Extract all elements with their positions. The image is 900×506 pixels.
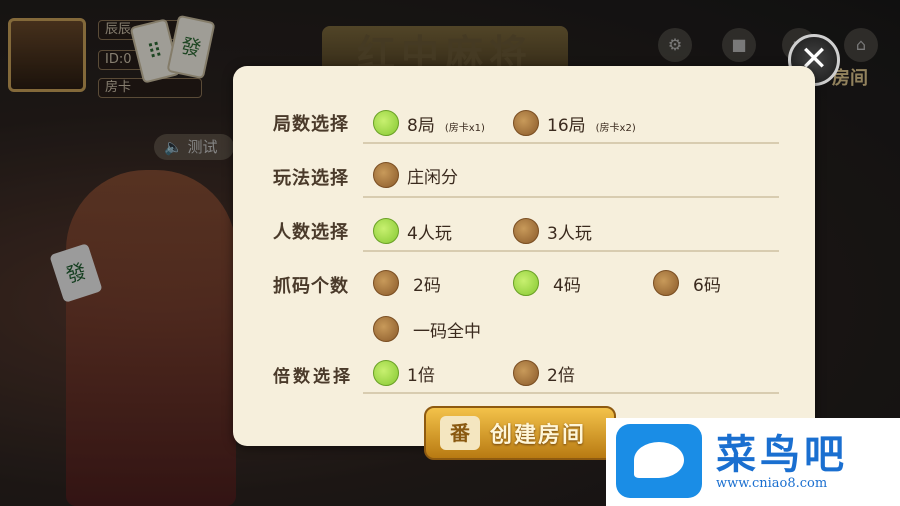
fan-tile-icon: 番	[440, 416, 480, 450]
radio-icon[interactable]	[653, 270, 679, 296]
option-2x[interactable]: 2倍	[513, 360, 575, 386]
row-label-players: 人数选择	[273, 222, 349, 243]
radio-icon[interactable]	[373, 360, 399, 386]
watermark-brand: 菜鸟吧	[716, 431, 848, 478]
radio-icon[interactable]	[373, 270, 399, 296]
option-1x[interactable]: 1倍	[373, 360, 435, 386]
create-room-button[interactable]: 番 创建房间	[424, 406, 616, 460]
row-label-rounds: 局数选择	[273, 114, 349, 135]
option-16-rounds[interactable]: 16局 (房卡x2)	[513, 110, 636, 136]
option-2-codes[interactable]: 2码	[373, 270, 441, 296]
option-label: 6码	[693, 275, 721, 296]
option-label: 3人玩	[547, 223, 592, 244]
radio-icon[interactable]	[513, 218, 539, 244]
option-label: 2倍	[547, 365, 575, 386]
option-4-players[interactable]: 4人玩	[373, 218, 452, 244]
option-3-players[interactable]: 3人玩	[513, 218, 592, 244]
create-room-label: 创建房间	[490, 423, 587, 448]
row-label-codes: 抓码个数	[273, 276, 349, 297]
option-banker-score[interactable]: 庄闲分	[373, 162, 458, 188]
watermark-url: www.cniao8.com	[716, 476, 828, 491]
option-label: 一码全中	[413, 321, 481, 342]
bird-logo-icon	[616, 424, 702, 498]
option-label: 庄闲分	[407, 167, 458, 188]
radio-icon[interactable]	[373, 110, 399, 136]
divider	[363, 142, 779, 144]
radio-icon[interactable]	[373, 316, 399, 342]
option-label: 2码	[413, 275, 441, 296]
radio-icon[interactable]	[513, 110, 539, 136]
radio-icon[interactable]	[513, 360, 539, 386]
option-label: 1倍	[407, 365, 435, 386]
divider	[363, 196, 779, 198]
row-label-multiplier: 倍数选择	[273, 367, 353, 387]
option-8-rounds[interactable]: 8局 (房卡x1)	[373, 110, 485, 136]
divider	[363, 392, 779, 394]
option-label: 8局	[407, 115, 435, 136]
option-one-code-all[interactable]: 一码全中	[373, 316, 481, 342]
row-label-rules: 玩法选择	[273, 168, 349, 189]
option-4-codes[interactable]: 4码	[513, 270, 581, 296]
option-label: 16局	[547, 115, 586, 136]
option-label: 4人玩	[407, 223, 452, 244]
option-6-codes[interactable]: 6码	[653, 270, 721, 296]
radio-icon[interactable]	[373, 218, 399, 244]
option-label: 4码	[553, 275, 581, 296]
option-note: (房卡x2)	[595, 122, 636, 134]
watermark: 菜鸟吧 www.cniao8.com	[606, 418, 900, 506]
radio-icon[interactable]	[373, 162, 399, 188]
radio-icon[interactable]	[513, 270, 539, 296]
divider	[363, 250, 779, 252]
option-note: (房卡x1)	[444, 122, 485, 134]
create-room-dialog: 局数选择 8局 (房卡x1) 16局 (房卡x2) 玩法选择 庄闲分 人数选择 …	[233, 66, 815, 446]
